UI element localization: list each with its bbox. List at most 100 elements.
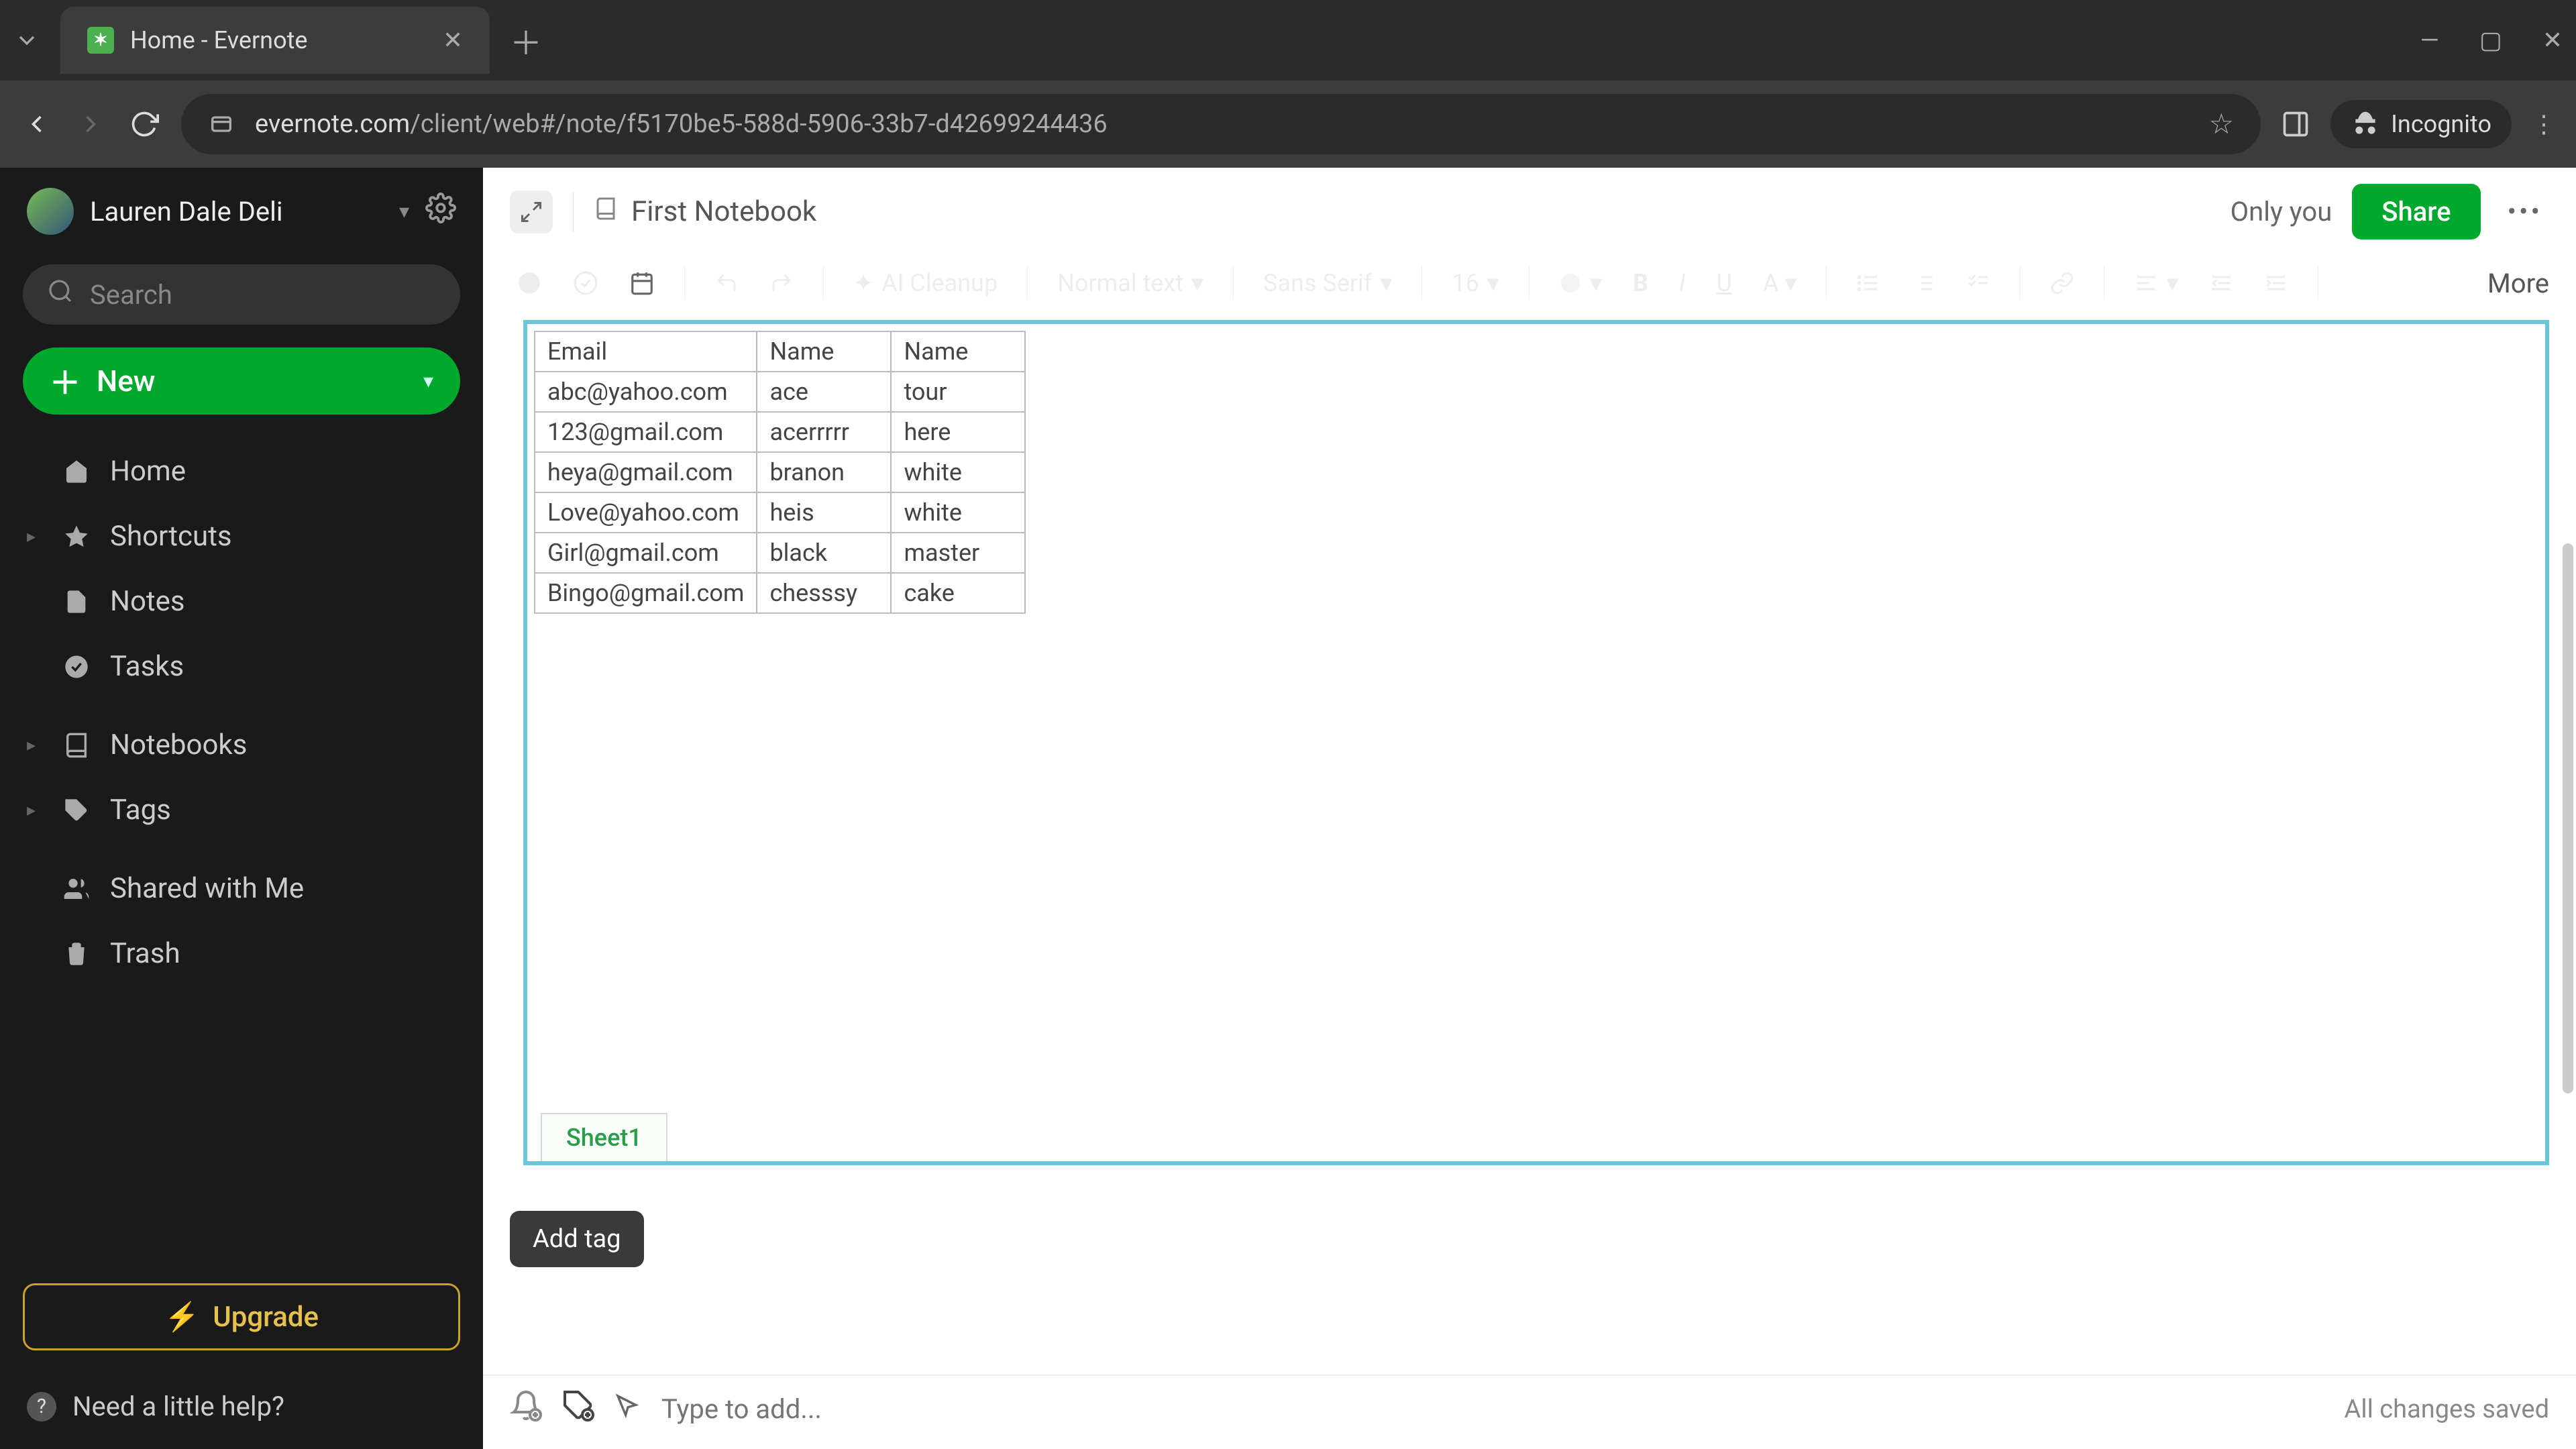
- table-cell[interactable]: tour: [891, 372, 1025, 412]
- tab-close-button[interactable]: ✕: [443, 26, 463, 54]
- sidebar-item-notebooks[interactable]: ▸Notebooks: [0, 712, 483, 777]
- checklist-button[interactable]: [1960, 267, 1997, 299]
- underline-button[interactable]: U: [1710, 265, 1739, 301]
- table-row[interactable]: Love@yahoo.comheiswhite: [535, 492, 1025, 533]
- table-cell[interactable]: abc@yahoo.com: [535, 372, 757, 412]
- table-cell[interactable]: Love@yahoo.com: [535, 492, 757, 533]
- table-cell[interactable]: here: [891, 412, 1025, 452]
- highlight-button[interactable]: A ▾: [1756, 265, 1803, 301]
- nav-reload-button[interactable]: [127, 107, 161, 141]
- table-cell[interactable]: acerrrrr: [757, 412, 891, 452]
- table-cell[interactable]: cake: [891, 573, 1025, 613]
- note-body[interactable]: EmailNameNameabc@yahoo.comacetour123@gma…: [483, 311, 2576, 1375]
- align-button[interactable]: ▾: [2127, 265, 2185, 301]
- table-cell[interactable]: ace: [757, 372, 891, 412]
- outdent-button[interactable]: [2202, 267, 2240, 299]
- sheet-tab[interactable]: Sheet1: [541, 1113, 667, 1161]
- add-tag-button[interactable]: [562, 1389, 594, 1429]
- spreadsheet-embed[interactable]: EmailNameNameabc@yahoo.comacetour123@gma…: [523, 320, 2549, 1165]
- new-tab-button[interactable]: ＋: [510, 17, 542, 64]
- notebook-breadcrumb[interactable]: First Notebook: [594, 195, 816, 228]
- notebook-icon: [594, 197, 618, 227]
- tab-bar: ✶ Home - Evernote ✕ ＋ — ▢ ✕: [0, 0, 2576, 80]
- table-cell[interactable]: white: [891, 492, 1025, 533]
- table-row[interactable]: heya@gmail.combranonwhite: [535, 452, 1025, 492]
- expand-note-button[interactable]: [510, 191, 553, 233]
- browser-chrome: ✶ Home - Evernote ✕ ＋ — ▢ ✕ evernote.com…: [0, 0, 2576, 168]
- incognito-badge[interactable]: Incognito: [2330, 100, 2512, 148]
- sidebar-item-home[interactable]: ▸Home: [0, 439, 483, 504]
- bookmark-star-button[interactable]: ☆: [2208, 107, 2234, 141]
- window-close-button[interactable]: ✕: [2542, 26, 2563, 54]
- sidebar-item-shortcuts[interactable]: ▸Shortcuts: [0, 504, 483, 569]
- table-cell[interactable]: chesssy: [757, 573, 891, 613]
- site-info-icon[interactable]: [208, 111, 235, 138]
- share-status[interactable]: Only you: [2231, 196, 2332, 227]
- table-row[interactable]: abc@yahoo.comacetour: [535, 372, 1025, 412]
- url-input[interactable]: evernote.com/client/web#/note/f5170be5-5…: [181, 94, 2261, 154]
- nav-back-button[interactable]: [20, 107, 54, 141]
- upgrade-button[interactable]: ⚡ Upgrade: [23, 1283, 460, 1350]
- new-note-button[interactable]: ＋ New ▾: [23, 347, 460, 415]
- table-cell[interactable]: 123@gmail.com: [535, 412, 757, 452]
- nav-forward-button[interactable]: [74, 107, 107, 141]
- search-input[interactable]: Search: [23, 264, 460, 325]
- bold-button[interactable]: B: [1626, 265, 1655, 301]
- table-cell[interactable]: heis: [757, 492, 891, 533]
- note-editor: First Notebook Only you Share ••• ✦AI Cl…: [483, 168, 2576, 1449]
- note-more-menu[interactable]: •••: [2501, 196, 2550, 227]
- help-link[interactable]: ? Need a little help?: [0, 1371, 483, 1449]
- table-header-cell[interactable]: Name: [891, 331, 1025, 372]
- table-header-cell[interactable]: Name: [757, 331, 891, 372]
- table-cell[interactable]: black: [757, 533, 891, 573]
- upgrade-label: Upgrade: [213, 1301, 319, 1334]
- text-color-button[interactable]: ▾: [1552, 265, 1609, 301]
- italic-button[interactable]: I: [1672, 265, 1693, 301]
- undo-button[interactable]: [708, 267, 745, 299]
- share-button[interactable]: Share: [2352, 184, 2480, 239]
- task-button[interactable]: [566, 266, 605, 300]
- numbered-list-button[interactable]: [1904, 267, 1942, 299]
- table-cell[interactable]: Bingo@gmail.com: [535, 573, 757, 613]
- table-row[interactable]: Bingo@gmail.comchesssycake: [535, 573, 1025, 613]
- bullet-list-button[interactable]: [1849, 267, 1887, 299]
- data-table[interactable]: EmailNameNameabc@yahoo.comacetour123@gma…: [534, 331, 1026, 614]
- tag-input[interactable]: [661, 1393, 1005, 1425]
- window-minimize-button[interactable]: —: [2420, 26, 2439, 54]
- redo-button[interactable]: [763, 267, 800, 299]
- browser-tab-active[interactable]: ✶ Home - Evernote ✕: [60, 7, 490, 74]
- tab-search-button[interactable]: [13, 27, 40, 54]
- toolbar-more-button[interactable]: More: [2487, 268, 2549, 299]
- window-maximize-button[interactable]: ▢: [2479, 26, 2502, 54]
- sidebar-item-trash[interactable]: ▸Trash: [0, 921, 483, 986]
- table-cell[interactable]: heya@gmail.com: [535, 452, 757, 492]
- table-row[interactable]: 123@gmail.comacerrrrrhere: [535, 412, 1025, 452]
- table-header-cell[interactable]: Email: [535, 331, 757, 372]
- indent-button[interactable]: [2257, 267, 2295, 299]
- sidebar-item-notes[interactable]: ▸Notes: [0, 569, 483, 634]
- ai-cleanup-button[interactable]: ✦AI Cleanup: [847, 265, 1004, 301]
- search-placeholder: Search: [90, 279, 172, 311]
- side-panel-button[interactable]: [2281, 109, 2310, 139]
- settings-button[interactable]: [425, 193, 456, 231]
- account-switcher[interactable]: Lauren Dale Deli ▾: [0, 168, 483, 255]
- table-cell[interactable]: Girl@gmail.com: [535, 533, 757, 573]
- browser-menu-button[interactable]: ⋮: [2532, 110, 2556, 138]
- scrollbar-thumb[interactable]: [2563, 543, 2573, 1093]
- sidebar-item-shared-with-me[interactable]: ▸Shared with Me: [0, 856, 483, 921]
- sidebar-item-tags[interactable]: ▸Tags: [0, 777, 483, 843]
- table-cell[interactable]: master: [891, 533, 1025, 573]
- table-cell[interactable]: white: [891, 452, 1025, 492]
- table-cell[interactable]: branon: [757, 452, 891, 492]
- add-tag-tooltip: Add tag: [510, 1211, 644, 1267]
- add-reminder-button[interactable]: [510, 1389, 542, 1429]
- font-family-select[interactable]: Sans Serif ▾: [1256, 265, 1399, 301]
- sidebar-item-tasks[interactable]: ▸Tasks: [0, 634, 483, 699]
- link-button[interactable]: [2043, 267, 2081, 299]
- insert-button[interactable]: [510, 266, 549, 300]
- paragraph-style-select[interactable]: Normal text ▾: [1051, 265, 1210, 301]
- calendar-button[interactable]: [623, 266, 661, 300]
- sidebar-item-label: Notebooks: [110, 729, 247, 761]
- font-size-select[interactable]: 16 ▾: [1445, 265, 1506, 301]
- table-row[interactable]: Girl@gmail.comblackmaster: [535, 533, 1025, 573]
